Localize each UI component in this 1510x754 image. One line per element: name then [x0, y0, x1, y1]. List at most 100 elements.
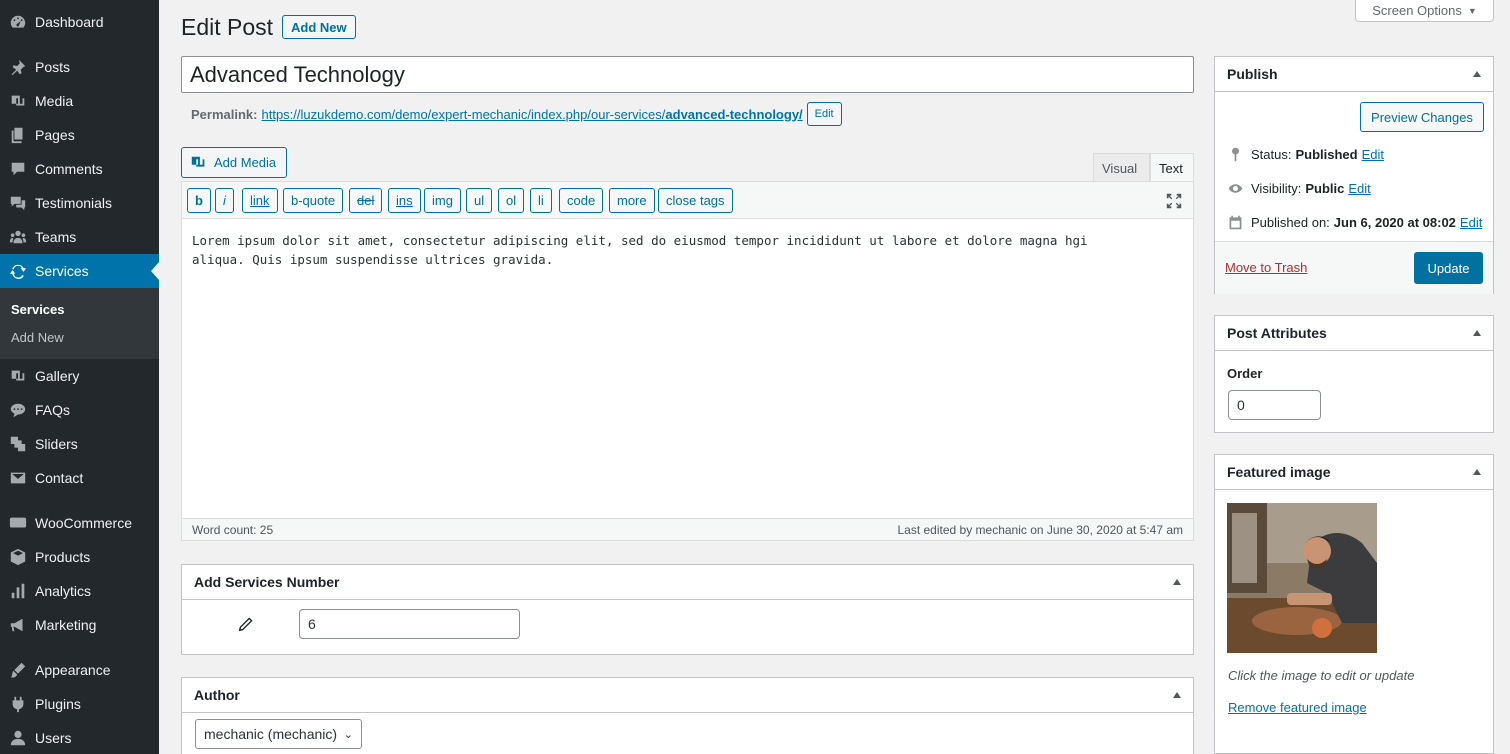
sidebar-item-testimonials[interactable]: Testimonials	[0, 186, 159, 220]
qt-close-tags-button[interactable]: close tags	[658, 188, 733, 213]
sidebar-item-label: Comments	[35, 161, 103, 177]
toggle-arrow-icon[interactable]	[1173, 692, 1181, 698]
submenu-item-add-new[interactable]: Add New	[11, 330, 64, 345]
add-new-button[interactable]: Add New	[282, 15, 356, 39]
sidebar-item-sliders[interactable]: Sliders	[0, 427, 159, 461]
submenu-item-services[interactable]: Services	[11, 302, 65, 317]
editor-content[interactable]: Lorem ipsum dolor sit amet, consectetur …	[192, 231, 1182, 269]
sidebar-item-dashboard[interactable]: Dashboard	[0, 5, 159, 39]
published-label: Published on:	[1251, 214, 1330, 230]
screen-options-toggle[interactable]: Screen Options ▼	[1355, 0, 1494, 22]
qt-link-button[interactable]: link	[242, 188, 278, 213]
sidebar-item-users[interactable]: Users	[0, 721, 159, 754]
teams-icon	[8, 227, 28, 247]
qt-ol-button[interactable]: ol	[498, 188, 525, 213]
publish-actions: Move to Trash Update	[1215, 241, 1493, 294]
qt-more-button[interactable]: more	[609, 188, 655, 213]
permalink-edit-button[interactable]: Edit	[806, 102, 842, 126]
author-header[interactable]: Author	[182, 678, 1193, 713]
sidebar-item-comments[interactable]: Comments	[0, 152, 159, 186]
woocommerce-icon	[8, 513, 28, 533]
sidebar-item-label: Testimonials	[35, 195, 113, 211]
post-title-input[interactable]: Advanced Technology	[181, 56, 1194, 93]
qt-code-button[interactable]: code	[559, 188, 604, 213]
author-select[interactable]: mechanic (mechanic) ⌄	[195, 719, 362, 749]
toggle-arrow-icon[interactable]	[1473, 330, 1481, 336]
permalink-base: https://luzukdemo.com/demo/expert-mechan…	[261, 106, 666, 122]
permalink-row: Permalink: https://luzukdemo.com/demo/ex…	[191, 101, 842, 127]
services-number-header[interactable]: Add Services Number	[182, 565, 1193, 600]
sidebar-item-services[interactable]: Services	[0, 254, 159, 288]
sidebar-item-gallery[interactable]: Gallery	[0, 359, 159, 393]
visibility-label: Visibility:	[1251, 180, 1302, 196]
sidebar-item-woocommerce[interactable]: WooCommerce	[0, 506, 159, 540]
visibility-edit-link[interactable]: Edit	[1348, 181, 1370, 196]
services-icon	[8, 261, 28, 281]
status-label: Status:	[1251, 146, 1292, 162]
qt-img-button[interactable]: img	[424, 188, 461, 213]
visibility-row: Visibility: Public Edit	[1225, 178, 1371, 198]
order-input[interactable]: 0	[1228, 390, 1321, 420]
tab-text[interactable]: Text	[1150, 153, 1194, 182]
marketing-icon	[8, 615, 28, 635]
update-button[interactable]: Update	[1414, 252, 1483, 284]
add-media-button[interactable]: Add Media	[181, 147, 288, 178]
visibility-value: Public	[1305, 180, 1345, 196]
last-edited: Last edited by mechanic on June 30, 2020…	[897, 522, 1183, 537]
sidebar-item-marketing[interactable]: Marketing	[0, 608, 159, 642]
dashboard-icon	[8, 12, 28, 32]
sidebar-item-appearance[interactable]: Appearance	[0, 653, 159, 687]
sidebar-item-label: Posts	[35, 59, 71, 75]
qt-italic-button[interactable]: i	[215, 188, 234, 213]
published-edit-link[interactable]: Edit	[1460, 215, 1482, 230]
featured-image[interactable]	[1227, 503, 1377, 653]
products-icon	[8, 547, 28, 567]
add-media-icon	[191, 156, 205, 167]
post-attributes-title: Post Attributes	[1227, 325, 1327, 341]
services-number-input[interactable]: 6	[299, 609, 520, 639]
publish-header[interactable]: Publish	[1215, 57, 1493, 92]
sidebar-item-plugins[interactable]: Plugins	[0, 687, 159, 721]
sidebar-item-label: Plugins	[35, 696, 81, 712]
sidebar-item-media[interactable]: Media	[0, 84, 159, 118]
admin-sidebar: Dashboard Posts Media Pages Comments Tes…	[0, 0, 159, 754]
sidebar-item-teams[interactable]: Teams	[0, 220, 159, 254]
sidebar-item-label: Media	[35, 93, 74, 109]
calendar-icon	[1225, 212, 1245, 232]
qt-ul-button[interactable]: ul	[466, 188, 493, 213]
featured-image-header[interactable]: Featured image	[1215, 455, 1493, 490]
permalink-link[interactable]: https://luzukdemo.com/demo/expert-mechan…	[261, 107, 802, 122]
sidebar-item-contact[interactable]: Contact	[0, 461, 159, 495]
qt-bold-button[interactable]: b	[187, 188, 211, 213]
sidebar-item-faqs[interactable]: FAQs	[0, 393, 159, 427]
toggle-arrow-icon[interactable]	[1173, 579, 1181, 585]
add-media-label: Add Media	[214, 155, 277, 170]
post-attributes-header[interactable]: Post Attributes	[1215, 316, 1493, 351]
qt-li-button[interactable]: li	[530, 188, 552, 213]
caret-down-icon: ▼	[1467, 5, 1477, 16]
preview-changes-button[interactable]: Preview Changes	[1360, 102, 1484, 132]
sidebar-item-posts[interactable]: Posts	[0, 50, 159, 84]
status-edit-link[interactable]: Edit	[1362, 147, 1384, 162]
gallery-icon	[8, 366, 28, 386]
sidebar-item-label: Pages	[35, 127, 75, 143]
fullscreen-icon[interactable]	[1165, 192, 1183, 210]
editor-line: aliqua. Quis ipsum suspendisse ultrices …	[192, 252, 554, 267]
qt-del-button[interactable]: del	[349, 188, 383, 213]
sidebar-item-products[interactable]: Products	[0, 540, 159, 574]
qt-ins-button[interactable]: ins	[388, 188, 421, 213]
services-submenu: Services Add New	[0, 288, 159, 359]
sidebar-item-analytics[interactable]: Analytics	[0, 574, 159, 608]
permalink-label: Permalink:	[191, 106, 258, 122]
tab-visual[interactable]: Visual	[1093, 153, 1150, 182]
remove-featured-image-link[interactable]: Remove featured image	[1228, 700, 1367, 715]
toggle-arrow-icon[interactable]	[1473, 469, 1481, 475]
sidebar-item-label: Dashboard	[35, 14, 104, 30]
qt-blockquote-button[interactable]: b-quote	[283, 188, 344, 213]
word-count: Word count: 25	[192, 522, 274, 537]
move-to-trash-link[interactable]: Move to Trash	[1225, 260, 1307, 275]
sidebar-item-pages[interactable]: Pages	[0, 118, 159, 152]
toggle-arrow-icon[interactable]	[1473, 71, 1481, 77]
pencil-icon	[238, 617, 253, 632]
text-editor: b i link b-quote del ins img ul ol li co…	[181, 181, 1194, 541]
